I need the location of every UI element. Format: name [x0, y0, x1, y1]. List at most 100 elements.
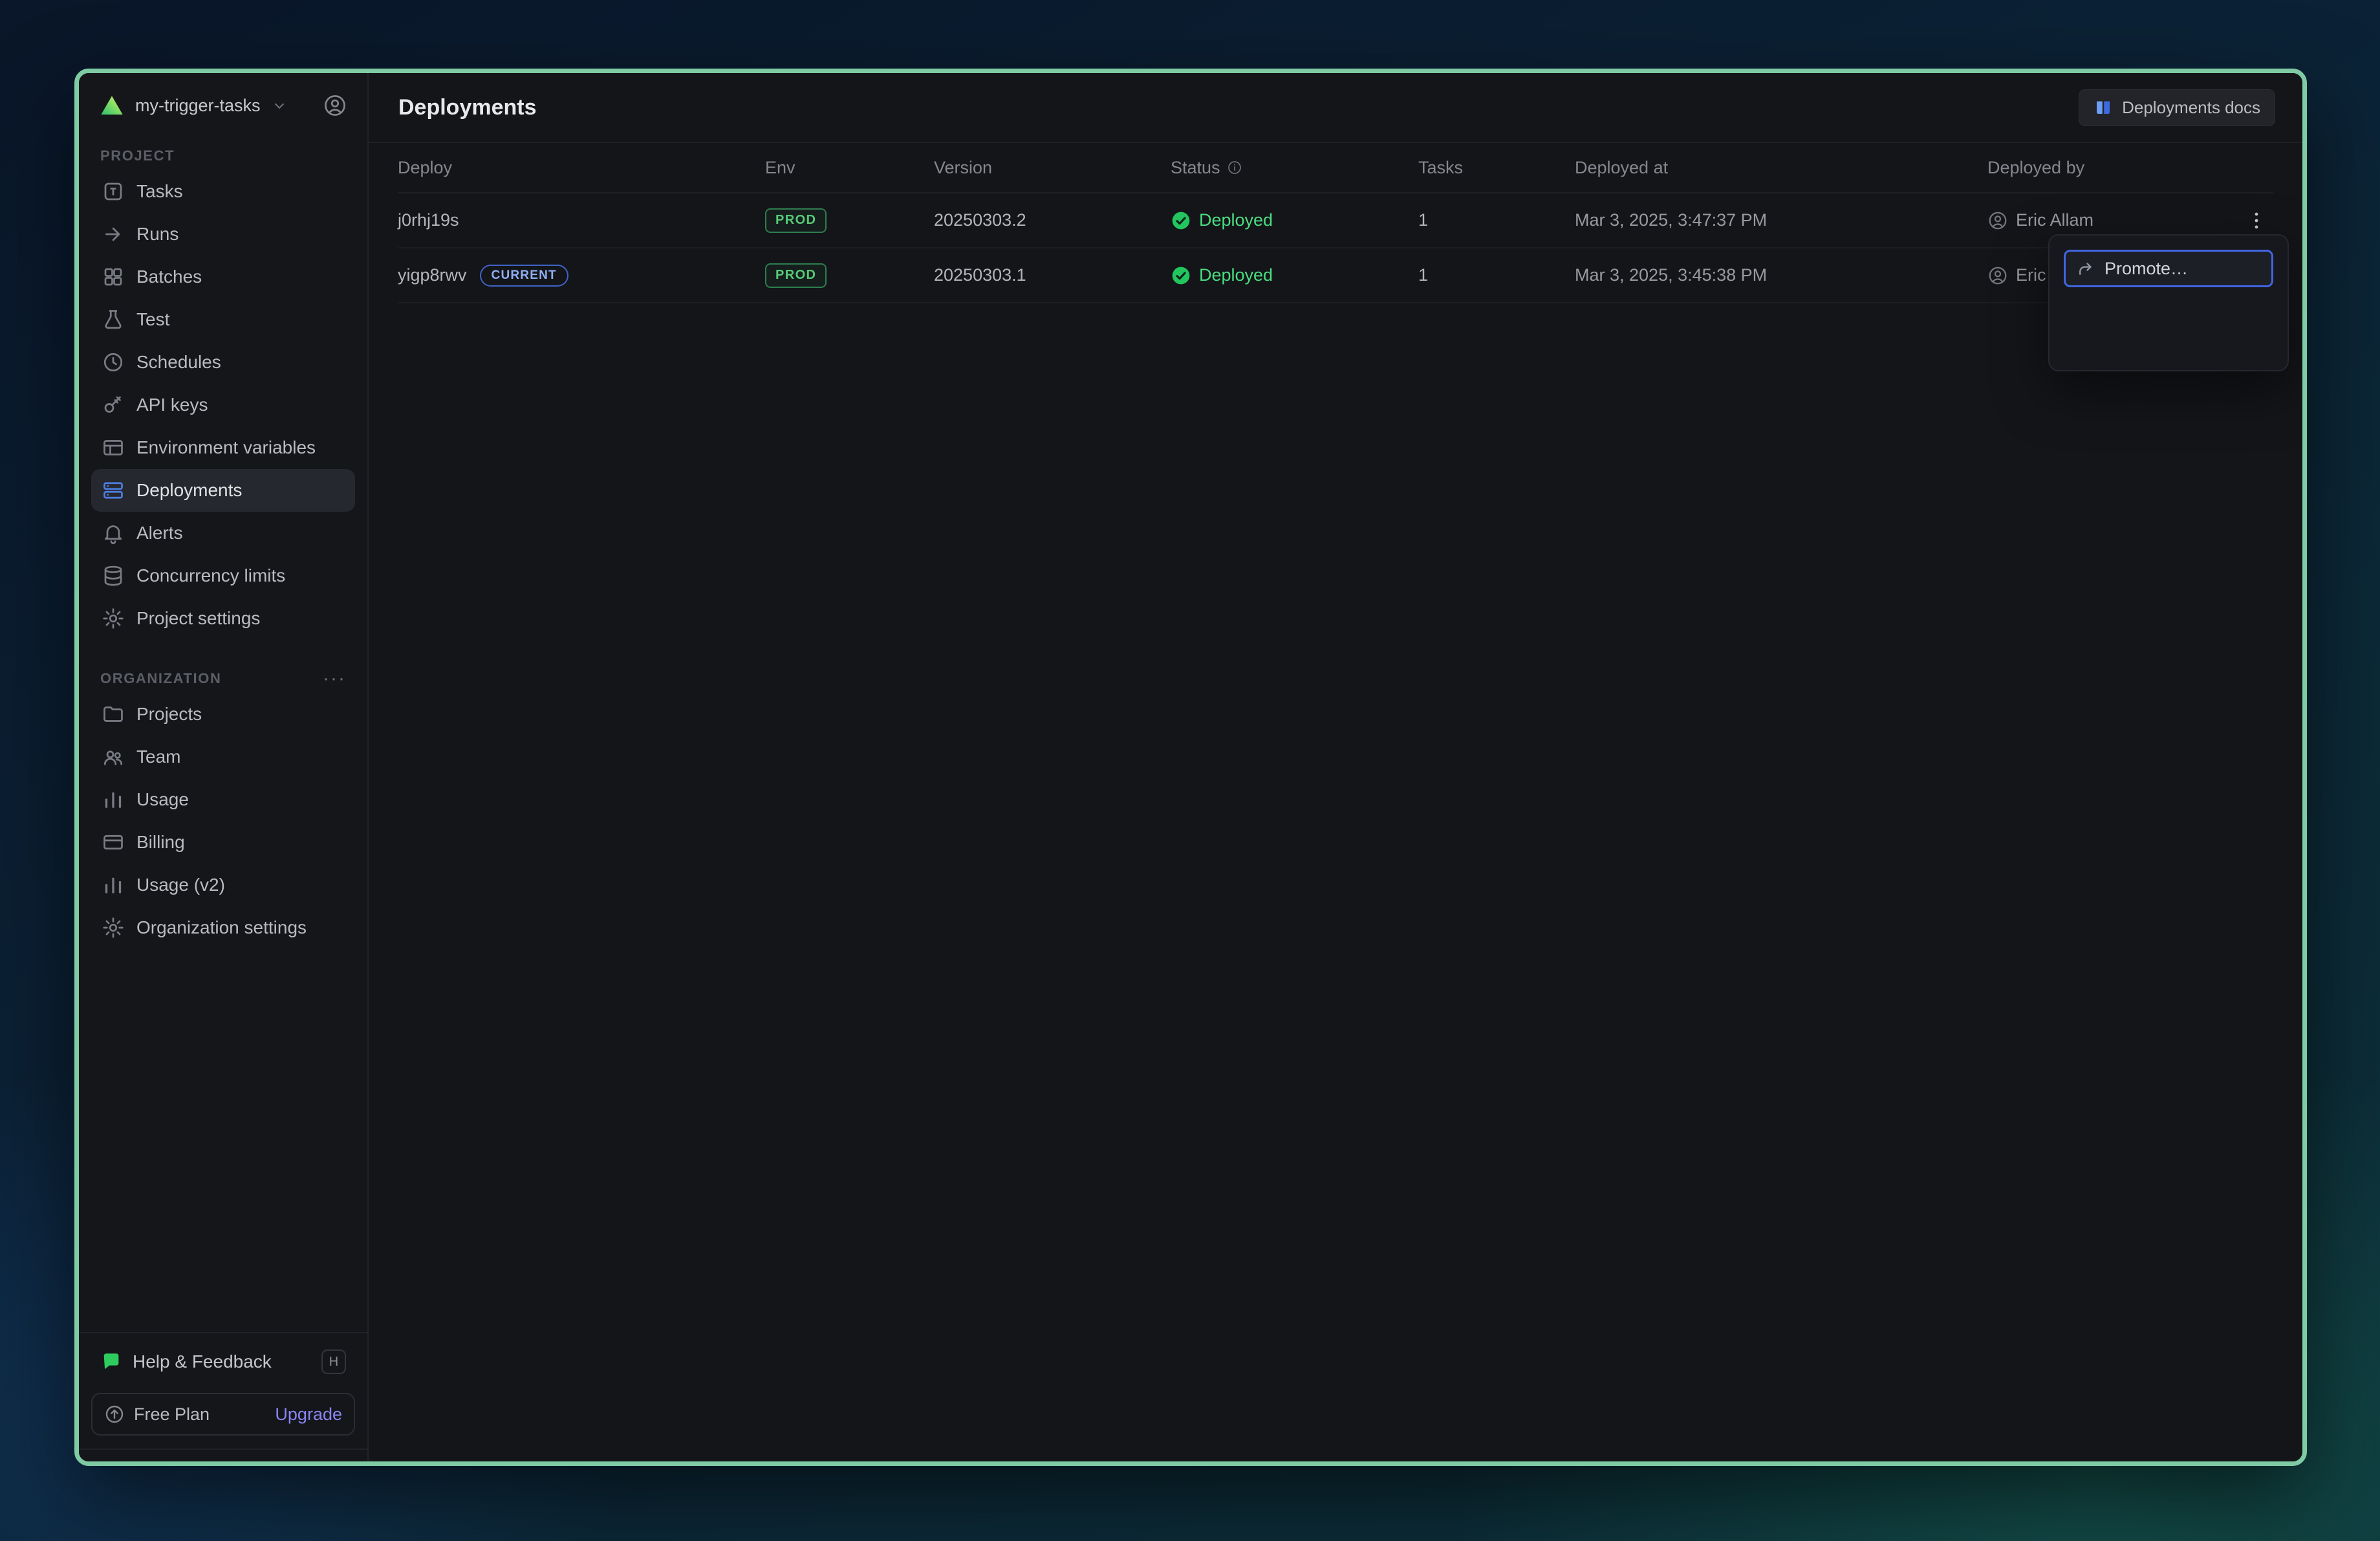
deployments-table: Deploy Env Version Status Tasks Deployed…	[369, 143, 2302, 303]
sidebar-item-projects[interactable]: Projects	[91, 693, 355, 736]
bar-chart-icon	[102, 873, 125, 897]
column-header-deployed-at[interactable]: Deployed at	[1575, 158, 1987, 178]
status-label: Deployed	[1199, 265, 1273, 285]
table-header-row: Deploy Env Version Status Tasks Deployed…	[398, 143, 2273, 193]
column-header-status[interactable]: Status	[1171, 158, 1418, 178]
plan-box: Free Plan Upgrade	[91, 1393, 355, 1436]
table-grid-icon	[102, 436, 125, 459]
help-feedback-label: Help & Feedback	[133, 1351, 272, 1372]
row-menu-button[interactable]	[2240, 204, 2273, 237]
credit-card-icon	[102, 831, 125, 854]
help-feedback-button[interactable]: Help & Feedback H	[91, 1341, 355, 1383]
column-header-deployed-by[interactable]: Deployed by	[1987, 158, 2222, 178]
version-cell: 20250303.2	[934, 210, 1171, 230]
user-avatar-icon	[1987, 265, 2008, 286]
deployed-by-name: Eric Allam	[2016, 210, 2093, 230]
row-context-menu: Promote…	[2048, 234, 2289, 371]
docs-button-label: Deployments docs	[2122, 98, 2260, 118]
workspace-switcher[interactable]: my-trigger-tasks	[91, 73, 355, 138]
sidebar: my-trigger-tasks PROJECT Tasks Runs	[79, 73, 369, 1461]
project-section-label: PROJECT	[91, 142, 355, 170]
sidebar-item-alerts[interactable]: Alerts	[91, 512, 355, 554]
organization-menu-button[interactable]: ···	[323, 669, 346, 688]
bell-icon	[102, 521, 125, 545]
organization-section-label: ORGANIZATION ···	[91, 664, 355, 693]
sidebar-item-usage[interactable]: Usage	[91, 778, 355, 821]
sidebar-item-label: Usage (v2)	[136, 875, 225, 895]
tasks-count: 1	[1418, 265, 1575, 285]
sidebar-item-label: Usage	[136, 789, 189, 810]
keyboard-shortcut-badge: H	[321, 1350, 346, 1374]
book-icon	[2093, 98, 2113, 117]
project-nav: Tasks Runs Batches Test Schedules API ke…	[91, 170, 355, 640]
promote-icon	[2076, 259, 2095, 278]
info-icon	[1227, 160, 1242, 175]
sidebar-item-label: API keys	[136, 395, 208, 415]
sidebar-item-project-settings[interactable]: Project settings	[91, 597, 355, 640]
column-header-env[interactable]: Env	[765, 158, 934, 178]
sidebar-item-label: Environment variables	[136, 437, 316, 458]
sidebar-item-deployments[interactable]: Deployments	[91, 469, 355, 512]
main-header: Deployments Deployments docs	[369, 73, 2302, 143]
server-stack-icon	[102, 479, 125, 502]
sidebar-bottom: Help & Feedback H Free Plan Upgrade	[91, 1332, 355, 1450]
status-cell: Deployed	[1171, 265, 1418, 286]
user-avatar-icon[interactable]	[323, 93, 347, 118]
sidebar-item-label: Project settings	[136, 608, 260, 629]
folder-icon	[102, 703, 125, 726]
sidebar-item-label: Deployments	[136, 480, 242, 501]
table-row[interactable]: j0rhj19s PROD 20250303.2 Deployed 1 Mar …	[398, 193, 2273, 248]
check-circle-icon	[1171, 265, 1191, 286]
team-icon	[102, 745, 125, 769]
deploy-id: j0rhj19s	[398, 210, 459, 230]
organization-nav: Projects Team Usage Billing Usage (v2) O…	[91, 693, 355, 949]
sidebar-item-usage-v2[interactable]: Usage (v2)	[91, 864, 355, 906]
sidebar-item-label: Schedules	[136, 352, 221, 373]
sidebar-item-test[interactable]: Test	[91, 298, 355, 341]
column-header-version[interactable]: Version	[934, 158, 1171, 178]
sidebar-item-organization-settings[interactable]: Organization settings	[91, 906, 355, 949]
sidebar-item-label: Team	[136, 747, 180, 767]
workspace-name: my-trigger-tasks	[135, 96, 261, 116]
sidebar-item-label: Test	[136, 309, 169, 330]
sidebar-item-concurrency-limits[interactable]: Concurrency limits	[91, 554, 355, 597]
sidebar-item-label: Organization settings	[136, 917, 307, 938]
sidebar-item-billing[interactable]: Billing	[91, 821, 355, 864]
sidebar-item-label: Tasks	[136, 181, 183, 202]
deployed-by-cell: Eric Allam	[1987, 210, 2222, 231]
sidebar-item-label: Projects	[136, 704, 202, 725]
table-row[interactable]: yigp8rwv CURRENT PROD 20250303.1 Deploye…	[398, 248, 2273, 303]
sidebar-item-team[interactable]: Team	[91, 736, 355, 778]
gear-icon	[102, 607, 125, 630]
sidebar-item-label: Batches	[136, 267, 202, 287]
upgrade-link[interactable]: Upgrade	[275, 1404, 342, 1425]
clock-icon	[102, 351, 125, 374]
column-header-tasks[interactable]: Tasks	[1418, 158, 1575, 178]
deploy-id: yigp8rwv	[398, 265, 467, 285]
bar-chart-icon	[102, 788, 125, 811]
runs-icon	[102, 223, 125, 246]
main-content: Deployments Deployments docs Deploy Env …	[369, 73, 2302, 1461]
sidebar-item-api-keys[interactable]: API keys	[91, 384, 355, 426]
divider	[79, 1448, 367, 1450]
column-header-deploy[interactable]: Deploy	[398, 158, 765, 178]
sidebar-item-environment-variables[interactable]: Environment variables	[91, 426, 355, 469]
plan-label: Free Plan	[134, 1404, 210, 1425]
chevron-down-icon	[271, 97, 288, 114]
app-window: my-trigger-tasks PROJECT Tasks Runs	[74, 69, 2307, 1466]
flask-icon	[102, 308, 125, 331]
current-badge: CURRENT	[480, 265, 568, 287]
tasks-count: 1	[1418, 210, 1575, 230]
deployments-docs-button[interactable]: Deployments docs	[2079, 89, 2275, 126]
sidebar-item-schedules[interactable]: Schedules	[91, 341, 355, 384]
menu-item-promote[interactable]: Promote…	[2064, 250, 2273, 287]
sidebar-item-runs[interactable]: Runs	[91, 213, 355, 256]
sidebar-item-tasks[interactable]: Tasks	[91, 170, 355, 213]
status-label: Deployed	[1199, 210, 1273, 230]
deployed-at: Mar 3, 2025, 3:47:37 PM	[1575, 210, 1987, 230]
sidebar-item-batches[interactable]: Batches	[91, 256, 355, 298]
user-avatar-icon	[1987, 210, 2008, 231]
sidebar-item-label: Alerts	[136, 523, 183, 543]
database-icon	[102, 564, 125, 587]
trigger-logo-icon	[99, 93, 125, 118]
